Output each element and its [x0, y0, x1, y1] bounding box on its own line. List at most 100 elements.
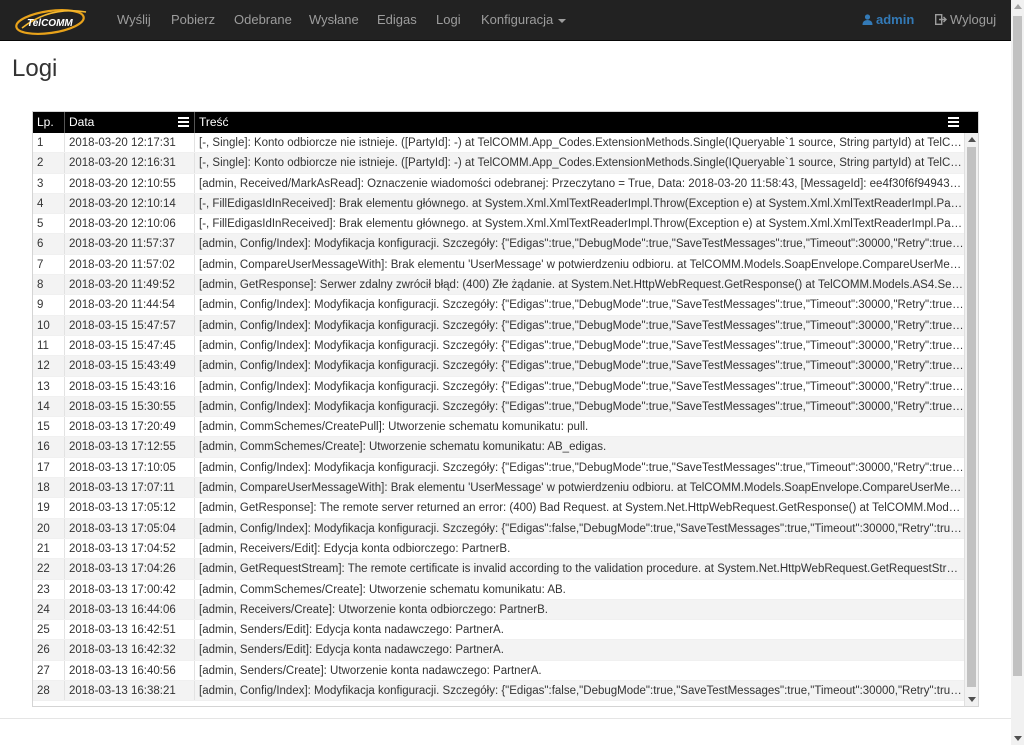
table-row[interactable]: 9 2018-03-20 11:44:54 [admin, Config/Index… [33, 295, 964, 316]
table-row[interactable]: 18 2018-03-13 17:07:11 [admin, CompareUser… [33, 478, 964, 499]
row-message: [admin, Config/Index]: Modyfikacja konfi… [199, 380, 964, 393]
table-row[interactable]: 23 2018-03-13 17:00:42 [admin, CommSchemes… [33, 579, 964, 600]
nav-wyslij[interactable]: Wyślij [117, 0, 151, 41]
row-date: 2018-03-13 16:38:21 [65, 681, 195, 701]
header-tresc[interactable]: Treść [195, 112, 978, 133]
svg-text:TelCOMM: TelCOMM [27, 18, 73, 29]
row-message: [admin, GetResponse]: Serwer zdalny zwró… [199, 279, 964, 292]
header-lp[interactable]: Lp. [33, 112, 65, 133]
table-row[interactable]: 22 2018-03-13 17:04:26 [admin, GetRequestS… [33, 559, 964, 580]
page-scroll-down-icon[interactable] [1014, 736, 1022, 741]
table-row[interactable]: 10 2018-03-15 15:47:57 [admin, Config/Inde… [33, 315, 964, 336]
row-date: 2018-03-13 17:05:04 [65, 518, 195, 538]
row-date: 2018-03-15 15:47:45 [65, 335, 195, 356]
row-lp: 15 [33, 417, 65, 437]
row-lp: 19 [33, 498, 65, 518]
table-row[interactable]: 7 2018-03-20 11:57:02 [admin, CompareUserM… [33, 254, 964, 276]
table-row[interactable]: 21 2018-03-13 17:04:52 [admin, Receivers/E… [33, 538, 964, 560]
column-menu-icon[interactable] [948, 117, 959, 127]
column-menu-icon[interactable] [178, 117, 189, 127]
nav-wyslane[interactable]: Wysłane [309, 0, 359, 41]
telcomm-logo[interactable]: TelCOMM [12, 6, 90, 36]
table-row[interactable]: 6 2018-03-20 11:57:37 [admin, Config/Index… [33, 234, 964, 255]
page-scrollbar[interactable] [1011, 0, 1024, 745]
nav-pobierz[interactable]: Pobierz [171, 0, 215, 41]
scroll-down-icon[interactable] [968, 697, 976, 702]
table-row[interactable]: 16 2018-03-13 17:12:55 [admin, CommSchemes… [33, 437, 964, 458]
grid-scroll-thumb[interactable] [967, 147, 976, 687]
row-date: 2018-03-15 15:43:16 [65, 376, 195, 396]
table-row[interactable]: 5 2018-03-20 12:10:06 [-, FillEdigasIdInRe… [33, 214, 964, 235]
row-date: 2018-03-15 15:30:55 [65, 396, 195, 417]
table-row[interactable]: 17 2018-03-13 17:10:05 [admin, Config/Inde… [33, 457, 964, 479]
logout-icon [934, 13, 947, 26]
row-date: 2018-03-13 16:42:51 [65, 620, 195, 640]
user-link[interactable]: admin [862, 0, 914, 41]
row-lp: 11 [33, 335, 65, 356]
table-row[interactable]: 2 2018-03-20 12:16:31 [-, Single]: Konto o… [33, 153, 964, 174]
table-row[interactable]: 26 2018-03-13 16:42:32 [admin, Senders/Edi… [33, 640, 964, 661]
row-message: [admin, Receivers/Create]: Utworzenie ko… [199, 603, 548, 616]
row-date: 2018-03-13 17:04:52 [65, 538, 195, 559]
row-message: [admin, Senders/Edit]: Edycja konta nada… [199, 644, 504, 657]
row-lp: 23 [33, 579, 65, 599]
table-row[interactable]: 20 2018-03-13 17:05:04 [admin, Config/Inde… [33, 518, 964, 539]
row-lp: 9 [33, 295, 65, 315]
row-date: 2018-03-20 11:44:54 [65, 295, 195, 315]
table-row[interactable]: 24 2018-03-13 16:44:06 [admin, Receivers/C… [33, 599, 964, 621]
log-grid: Lp. Data Treść 1 2018-03-20 12:17:31 [-, S… [32, 111, 979, 707]
row-date: 2018-03-13 16:42:32 [65, 640, 195, 660]
row-date: 2018-03-13 16:40:56 [65, 660, 195, 681]
table-row[interactable]: 14 2018-03-15 15:30:55 [admin, Config/Inde… [33, 396, 964, 418]
row-lp: 7 [33, 254, 65, 275]
grid-scrollbar[interactable] [964, 133, 978, 706]
row-lp: 1 [33, 133, 65, 153]
table-row[interactable]: 13 2018-03-15 15:43:16 [admin, Config/Inde… [33, 376, 964, 397]
scroll-up-icon[interactable] [968, 137, 976, 142]
logout-label: Wyloguj [950, 12, 997, 27]
table-row[interactable]: 11 2018-03-15 15:47:45 [admin, Config/Inde… [33, 335, 964, 357]
row-lp: 2 [33, 153, 65, 173]
row-lp: 3 [33, 173, 65, 193]
row-date: 2018-03-13 17:20:49 [65, 417, 195, 437]
row-lp: 14 [33, 396, 65, 417]
nav-odebrane[interactable]: Odebrane [234, 0, 292, 41]
row-message: [admin, Config/Index]: Modyfikacja konfi… [199, 319, 964, 332]
page-title: Logi [12, 55, 58, 82]
row-message: [-, FillEdigasIdInReceived]: Brak elemen… [199, 218, 964, 231]
row-message: [-, Single]: Konto odbiorcze nie istniej… [199, 137, 964, 149]
table-row[interactable]: 25 2018-03-13 16:42:51 [admin, Senders/Edi… [33, 620, 964, 641]
row-message: [admin, Config/Index]: Modyfikacja konfi… [199, 339, 964, 352]
logout-link[interactable]: Wyloguj [934, 0, 997, 41]
table-row[interactable]: 3 2018-03-20 12:10:55 [admin, Received/Mar… [33, 173, 964, 194]
row-message: [admin, Receivers/Edit]: Edycja konta od… [199, 542, 511, 555]
row-date: 2018-03-20 11:57:02 [65, 254, 195, 275]
row-date: 2018-03-20 12:17:31 [65, 133, 195, 153]
nav-edigas[interactable]: Edigas [377, 0, 417, 41]
row-message: [admin, Config/Index]: Modyfikacja konfi… [199, 400, 964, 413]
header-data[interactable]: Data [65, 112, 195, 133]
grid-body: 1 2018-03-20 12:17:31 [-, Single]: Konto o… [33, 133, 964, 706]
table-row[interactable]: 28 2018-03-13 16:38:21 [admin, Config/Inde… [33, 681, 964, 702]
table-row[interactable]: 4 2018-03-20 12:10:14 [-, FillEdigasIdInRe… [33, 193, 964, 215]
nav-konfiguracja-dropdown[interactable]: Konfiguracja [481, 0, 567, 41]
row-lp: 21 [33, 538, 65, 559]
row-message: [admin, Senders/Create]: Utworzenie kont… [199, 664, 542, 677]
table-row[interactable]: 8 2018-03-20 11:49:52 [admin, GetResponse]… [33, 275, 964, 296]
table-row[interactable]: 1 2018-03-20 12:17:31 [-, Single]: Konto o… [33, 133, 964, 154]
nav-logi[interactable]: Logi [436, 0, 461, 41]
row-message: [admin, Received/MarkAsRead]: Oznaczenie… [199, 177, 964, 190]
table-row[interactable]: 12 2018-03-15 15:43:49 [admin, Config/Inde… [33, 356, 964, 377]
row-lp: 25 [33, 620, 65, 640]
row-date: 2018-03-20 12:10:06 [65, 214, 195, 234]
row-message: [-, Single]: Konto odbiorcze nie istniej… [199, 157, 964, 170]
caret-down-icon [558, 18, 567, 23]
page-scroll-thumb[interactable] [1013, 16, 1022, 676]
row-date: 2018-03-13 16:44:06 [65, 599, 195, 620]
header-lp-label: Lp. [37, 115, 54, 129]
table-row[interactable]: 19 2018-03-13 17:05:12 [admin, GetResponse… [33, 498, 964, 519]
table-row[interactable]: 15 2018-03-13 17:20:49 [admin, CommSchemes… [33, 417, 964, 438]
user-icon [862, 14, 873, 25]
page-scroll-up-icon[interactable] [1014, 4, 1022, 9]
table-row[interactable]: 27 2018-03-13 16:40:56 [admin, Senders/Cre… [33, 660, 964, 682]
